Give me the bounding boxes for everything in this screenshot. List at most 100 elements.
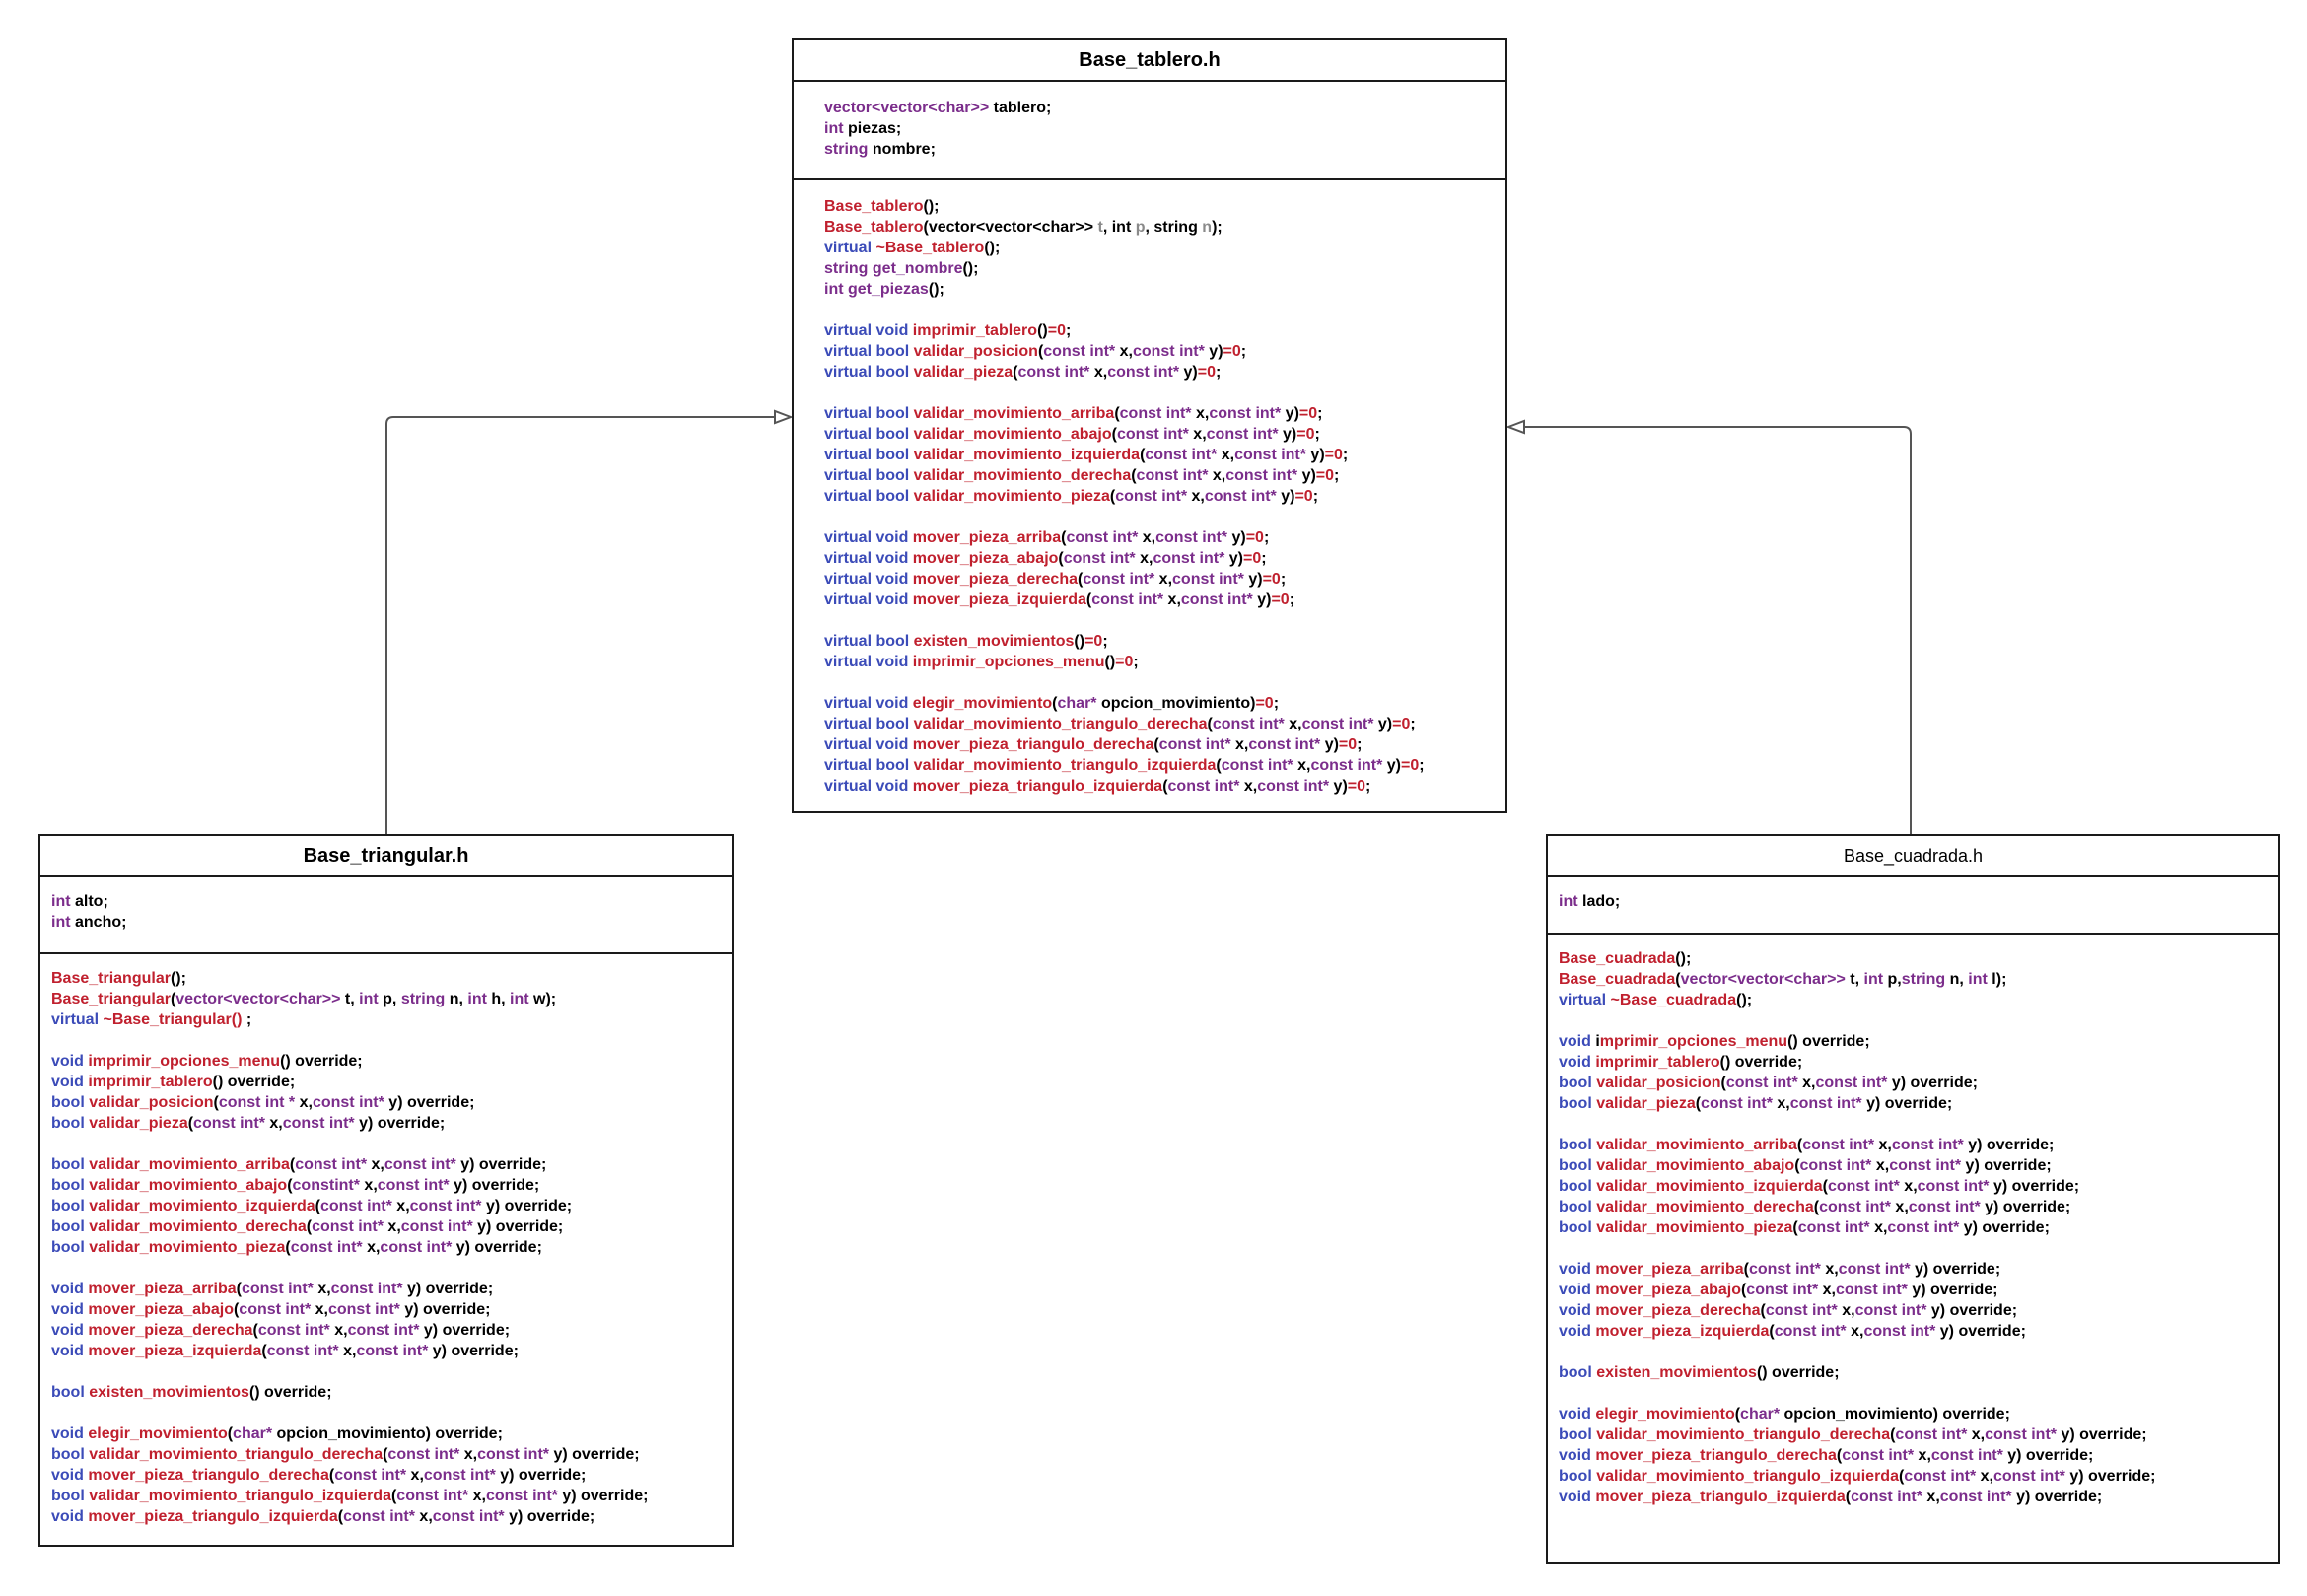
code-token: validar_pieza (913, 364, 1014, 381)
method-line: void imprimir_tablero() override; (1559, 1052, 2278, 1073)
code-token: const int* (1091, 591, 1164, 608)
code-token: y) (1281, 405, 1299, 422)
code-token: opcion_movimiento) override; (272, 1425, 503, 1442)
method-line: bool validar_posicion(const int* x,const… (1559, 1073, 2278, 1093)
code-token: x, (1163, 591, 1181, 608)
code-token: mover_pieza_arriba (88, 1281, 237, 1297)
code-token: y) (1179, 364, 1198, 381)
code-token: const int* (1939, 1489, 2012, 1505)
code-token: =0 (1296, 426, 1315, 443)
code-token: imprimir_tablero (1595, 1054, 1720, 1071)
class-box-base-triangular[interactable]: Base_triangular.h int alto; int ancho; Ba… (38, 834, 734, 1547)
code-token: x, (367, 1156, 384, 1173)
code-token: const int* (1904, 1468, 1977, 1485)
attribute-line: int alto; (51, 891, 732, 912)
code-token: bool (1559, 1095, 1597, 1112)
code-token: , string (1145, 219, 1203, 236)
code-token: x, (1208, 467, 1226, 484)
code-token: const int* (1815, 1075, 1888, 1091)
code-token: const int* (1310, 757, 1383, 774)
code-token: const int* (1838, 1261, 1911, 1278)
class-box-base-cuadrada[interactable]: Base_cuadrada.h int lado; Base_cuadrada(… (1546, 834, 2280, 1564)
code-token: bool (1559, 1075, 1597, 1091)
code-token: x, (1976, 1468, 1993, 1485)
code-token: x, (1846, 1323, 1864, 1340)
code-token: y) override; (399, 1301, 491, 1318)
code-token: ~Base_cuadrada (1610, 992, 1737, 1008)
method-line: Base_triangular(); (51, 968, 732, 989)
code-token: =0 (1324, 447, 1343, 463)
code-token: ; (1342, 447, 1349, 463)
code-token: const int* (1225, 467, 1298, 484)
code-token: void (1559, 1261, 1596, 1278)
code-token: mover_pieza_derecha (912, 571, 1078, 588)
code-token: y) override; (1926, 1302, 2018, 1319)
code-token: x, (1217, 447, 1235, 463)
code-token: bool (1559, 1426, 1597, 1443)
code-token: piezas; (843, 120, 902, 137)
code-token: imprimir_opciones_menu (912, 654, 1105, 670)
code-token: bool (51, 1115, 90, 1132)
code-token: const int* (1145, 447, 1218, 463)
code-token: const int* (1017, 364, 1090, 381)
code-token: validar_pieza (1596, 1095, 1696, 1112)
code-token: const int* (1887, 1219, 1960, 1236)
code-token: const int* (356, 1343, 429, 1359)
method-line: virtual void mover_pieza_abajo(const int… (824, 548, 1505, 569)
attribute-line: int ancho; (51, 912, 732, 933)
code-token: constint* (292, 1177, 360, 1194)
code-token: const int* (400, 1218, 473, 1235)
code-token: virtual (51, 1011, 104, 1028)
method-line: void elegir_movimiento(char* opcion_movi… (51, 1423, 732, 1444)
code-token: const int* (1248, 736, 1321, 753)
code-token: (); (923, 198, 940, 215)
method-line: bool validar_movimiento_izquierda(const … (1559, 1176, 2278, 1197)
code-token: void (51, 1467, 89, 1484)
code-token: =0 (1047, 322, 1066, 339)
code-token: mover_pieza_abajo (912, 550, 1059, 567)
code-token: =0 (1084, 633, 1103, 650)
code-token: x, (329, 1322, 348, 1339)
attribute-line: vector<vector<char>> tablero; (824, 98, 1505, 118)
code-token: t, (1845, 971, 1864, 988)
code-token: validar_posicion (89, 1094, 214, 1111)
code-token: y) override; (2057, 1426, 2147, 1443)
method-line: void imprimir_opciones_menu() override; (51, 1051, 732, 1072)
code-token: x, (468, 1488, 486, 1504)
attribute-line: string nombre; (824, 139, 1505, 160)
method-line: void mover_pieza_derecha(const int* x,co… (1559, 1300, 2278, 1321)
code-token: const int* (1158, 736, 1231, 753)
code-token: const int* (1066, 529, 1139, 546)
code-token: ; (242, 1011, 252, 1028)
inheritance-arrowhead-triangular (774, 409, 794, 425)
code-token: x, (406, 1467, 424, 1484)
code-token: =0 (1401, 757, 1420, 774)
code-token: y) (1204, 343, 1223, 360)
code-token: validar_movimiento_izquierda (1596, 1178, 1823, 1195)
method-line: bool validar_movimiento_derecha(const in… (51, 1216, 732, 1237)
code-token: bool (1559, 1219, 1597, 1236)
method-line: int get_piezas(); (824, 279, 1505, 300)
code-token: y) (1252, 591, 1272, 608)
code-token: const int* (485, 1488, 558, 1504)
method-line: void mover_pieza_izquierda(const int* x,… (51, 1341, 732, 1361)
inheritance-arrowhead-cuadrada (1505, 419, 1525, 435)
method-line: bool existen_movimientos() override; (51, 1382, 732, 1403)
method-line: virtual ~Base_cuadrada(); (1559, 990, 2278, 1010)
code-token: x, (1914, 1447, 1931, 1464)
code-token: virtual void (824, 550, 913, 567)
code-token: y) override; (557, 1488, 649, 1504)
method-line: virtual void mover_pieza_triangulo_derec… (824, 734, 1505, 755)
code-token: mover_pieza_abajo (1595, 1282, 1741, 1298)
code-token: w); (528, 991, 557, 1007)
code-token: const int* (1889, 1157, 1962, 1174)
class-box-base-tablero[interactable]: Base_tablero.h vector<vector<char>> tabl… (792, 38, 1507, 813)
code-token: validar_movimiento_abajo (1596, 1157, 1795, 1174)
code-token: ~Base_tablero (875, 240, 985, 256)
method-line: void mover_pieza_arriba(const int* x,con… (51, 1279, 732, 1299)
code-token: x, (1239, 778, 1258, 795)
code-token: vector<vector<char>> (1680, 971, 1846, 988)
